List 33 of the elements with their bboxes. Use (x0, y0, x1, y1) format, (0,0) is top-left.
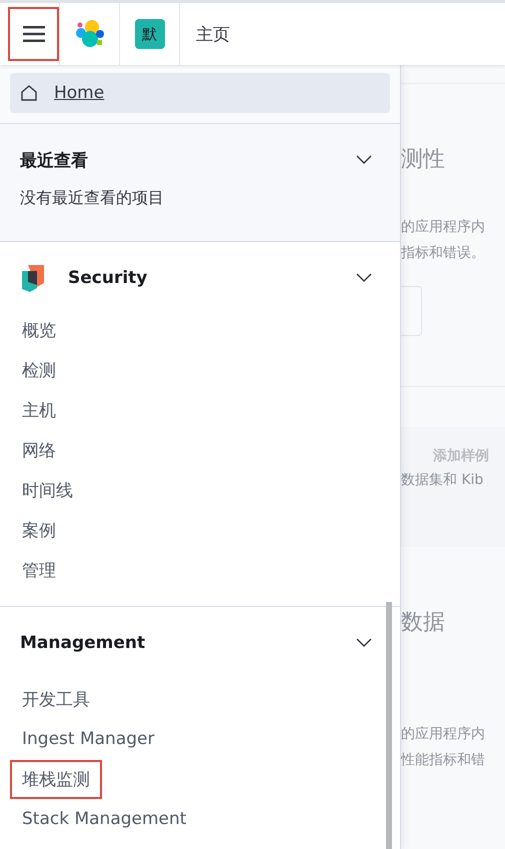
nav-item[interactable]: Stack Management (10, 801, 198, 837)
nav-item[interactable]: 案例 (10, 510, 68, 550)
home-link[interactable]: Home (10, 73, 390, 113)
chevron-icon (356, 155, 372, 165)
chevron-icon (356, 273, 372, 283)
space-avatar[interactable]: 默 (134, 19, 164, 49)
chevron-icon (356, 638, 372, 648)
scrollbar[interactable] (386, 602, 392, 849)
panel-description: 的应用程序内 性能指标和错 (401, 725, 486, 770)
sample-description: 数据集和 Kib (401, 471, 484, 489)
nav-item[interactable]: 检测 (10, 350, 68, 390)
breadcrumb[interactable]: 主页 (196, 22, 230, 46)
section-title: Management (20, 633, 146, 653)
nav-item[interactable]: Ingest Manager (10, 721, 166, 757)
panel-title: 数据 (401, 609, 446, 637)
nav-item[interactable]: 网络 (10, 430, 68, 470)
nav-item[interactable]: 开发工具 (10, 680, 102, 718)
sample-title: 添加样例 (432, 447, 490, 465)
panel-title: 测性 (401, 146, 446, 174)
section-header[interactable]: Management (0, 607, 400, 679)
nav-item[interactable]: 管理 (10, 550, 68, 590)
nav-item[interactable]: 主机 (10, 390, 68, 430)
home-icon (20, 84, 38, 102)
panel-description: 的应用程序内 指标和错误。 (401, 218, 486, 263)
nav-item[interactable]: 时间线 (10, 470, 85, 510)
nav-item[interactable]: 堆栈监测 (10, 760, 102, 798)
menu-button[interactable] (8, 7, 59, 61)
empty-message: 没有最近查看的项目 (19, 188, 165, 209)
section-title: Security (68, 268, 148, 288)
menu-icon (22, 26, 44, 42)
section-title: 最近查看 (20, 150, 89, 172)
logo-icon[interactable] (74, 19, 104, 49)
shield-logo-icon (20, 263, 46, 293)
